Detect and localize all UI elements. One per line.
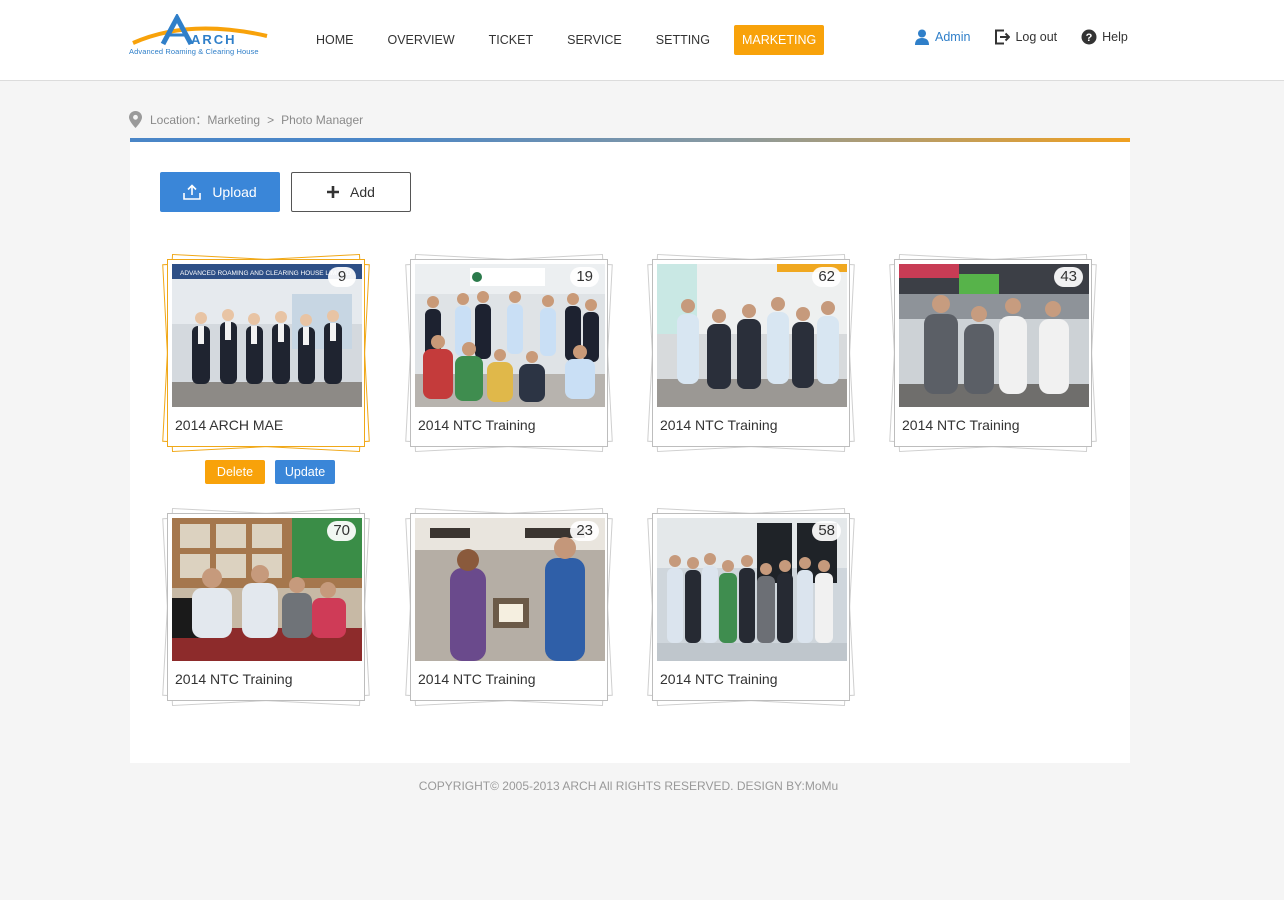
album-title: 2014 NTC Training: [418, 417, 536, 433]
admin-label: Admin: [935, 30, 971, 44]
album-card[interactable]: 23 2014 NTC Training: [405, 507, 613, 707]
admin-link[interactable]: Admin: [914, 29, 970, 45]
album-title: 2014 NTC Training: [660, 417, 778, 433]
add-label: Add: [350, 184, 375, 200]
plus-icon: [327, 186, 340, 198]
album-card[interactable]: 19 2014 NTC Training: [405, 253, 613, 453]
arch-logo[interactable]: ARCH Advanced Roaming & Clearing House: [129, 12, 275, 60]
nav-item-setting[interactable]: SETTING: [646, 25, 720, 55]
album-title: 2014 NTC Training: [660, 671, 778, 687]
footer-copyright: COPYRIGHT© 2005-2013 ARCH All RIGHTS RES…: [418, 779, 839, 793]
photo-count-badge: 43: [1054, 267, 1083, 287]
arch-logo-mark: ARCH: [132, 12, 268, 47]
album-title: 2014 NTC Training: [175, 671, 293, 687]
album-title: 2014 ARCH MAE: [175, 417, 284, 433]
breadcrumb-separator: >: [267, 112, 275, 127]
logout-label: Log out: [1015, 30, 1058, 44]
svg-text:?: ?: [1086, 32, 1093, 44]
album-card[interactable]: 62 2014 NTC Training: [647, 253, 855, 453]
help-link[interactable]: ? Help: [1081, 29, 1128, 45]
nav-item-overview[interactable]: OVERVIEW: [378, 25, 465, 55]
logo-wordmark: ARCH: [191, 32, 237, 47]
photo-count-badge: 70: [327, 521, 356, 541]
album-title: 2014 NTC Training: [418, 671, 536, 687]
nav-item-marketing[interactable]: MARKETING: [733, 25, 825, 55]
breadcrumb-prefix: Location：: [150, 113, 208, 127]
update-album-button[interactable]: Update: [275, 460, 335, 484]
header: ARCH Advanced Roaming & Clearing House H…: [0, 0, 1284, 81]
logo-tagline: Advanced Roaming & Clearing House: [129, 47, 259, 56]
location-pin-icon: [129, 111, 142, 128]
photo-count-badge: 9: [328, 267, 356, 287]
upload-button[interactable]: Upload: [160, 172, 280, 212]
album-card[interactable]: 70 2014 NTC Training: [162, 507, 370, 707]
user-icon: [915, 29, 929, 45]
logout-link[interactable]: Log out: [994, 29, 1057, 45]
user-links: Admin Log out ? Help: [914, 29, 1128, 45]
upload-icon: [183, 184, 202, 200]
breadcrumb: Location： Marketing > Photo Manager: [129, 111, 363, 128]
nav-item-ticket[interactable]: TICKET: [479, 25, 543, 55]
photo-count-badge: 19: [570, 267, 599, 287]
nav-item-home[interactable]: HOME: [306, 25, 364, 55]
photo-count-badge: 62: [812, 267, 841, 287]
breadcrumb-marketing[interactable]: Marketing: [207, 113, 260, 127]
upload-label: Upload: [212, 184, 257, 200]
logout-icon: [995, 29, 1011, 45]
photo-manager-panel: Upload Add ADVANCED ROAMING AND CLEARING…: [130, 138, 1130, 763]
album-actions: Delete Update: [205, 460, 345, 484]
help-icon: ?: [1081, 29, 1097, 45]
nav-item-service[interactable]: SERVICE: [557, 25, 632, 55]
add-button[interactable]: Add: [291, 172, 411, 212]
main-nav: HOME OVERVIEW TICKET SERVICE SETTING MAR…: [306, 25, 838, 55]
album-card[interactable]: ADVANCED ROAMING AND CLEARING HOUSE LIMI…: [162, 253, 370, 453]
delete-album-button[interactable]: Delete: [205, 460, 265, 484]
photo-count-badge: 58: [812, 521, 841, 541]
booth-banner-text: ADVANCED ROAMING AND CLEARING HOUSE LIMI…: [180, 270, 351, 277]
album-card[interactable]: 58 2014 NTC Training: [647, 507, 855, 707]
panel-accent-bar: [130, 138, 1130, 142]
album-title: 2014 NTC Training: [902, 417, 1020, 433]
help-label: Help: [1102, 30, 1128, 44]
album-card[interactable]: 43 2014 NTC Training: [889, 253, 1097, 453]
photo-count-badge: 23: [570, 521, 599, 541]
breadcrumb-photo-manager: Photo Manager: [281, 112, 364, 127]
